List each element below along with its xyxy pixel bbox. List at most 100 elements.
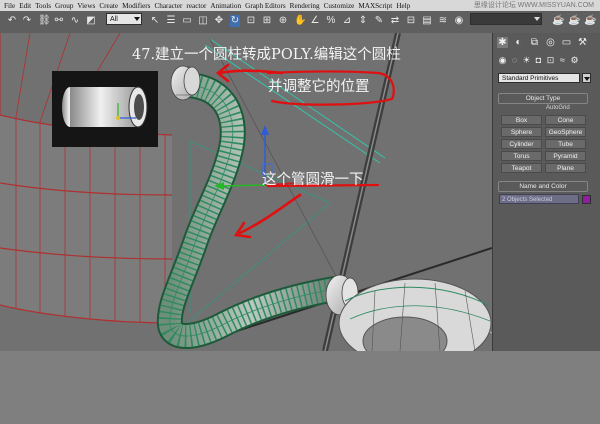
chevron-down-icon[interactable] [582, 73, 591, 83]
plane-button-label: Plane [557, 165, 574, 172]
modify-tab-icon[interactable]: ◐ [513, 37, 524, 48]
menu-tools[interactable]: Tools [35, 2, 51, 10]
pivot-center-icon[interactable]: ⊕ [278, 15, 288, 27]
menu-views[interactable]: Views [77, 2, 95, 10]
cameras-icon[interactable]: ◘ [533, 55, 544, 66]
select-by-name-icon[interactable]: ☰ [166, 15, 176, 27]
selection-filter-value: All [110, 16, 118, 23]
menu-file[interactable]: File [4, 2, 15, 10]
name-and-color-rollout-title[interactable]: Name and Color [498, 181, 588, 192]
curve-editor-icon[interactable]: ≋ [438, 15, 448, 27]
tube-button[interactable]: Tube [545, 139, 586, 149]
menu-create[interactable]: Create [99, 2, 118, 10]
geosphere-button-label: GeoSphere [548, 129, 583, 136]
motion-tab-icon[interactable]: ◎ [545, 37, 556, 48]
menu-edit[interactable]: Edit [19, 2, 31, 10]
command-panel-tabs: ✱ ◐ ⧉ ◎ ▭ ⚒ [493, 33, 600, 51]
menu-animation[interactable]: Animation [210, 2, 241, 10]
sphere-button-label: Sphere [510, 129, 533, 136]
caption-title: 47.建立一个圆柱转成POLY.编辑这个圆柱 [132, 47, 401, 63]
align-icon[interactable]: ⊟ [406, 15, 416, 27]
snap-toggle-icon[interactable]: ∠ [310, 15, 320, 27]
teapot-button[interactable]: Teapot [501, 163, 542, 173]
menu-modifiers[interactable]: Modifiers [122, 2, 150, 10]
select-object-icon[interactable]: ↖ [150, 15, 160, 27]
window-crossing-icon[interactable]: ◫ [198, 15, 208, 27]
select-link-icon[interactable]: ⛓ [38, 15, 51, 27]
reference-coordinate-icon[interactable]: ⊞ [262, 15, 272, 27]
plane-button[interactable]: Plane [545, 163, 586, 173]
selection-filter-dropdown[interactable]: All [106, 13, 142, 25]
object-type-label: Object Type [525, 95, 561, 102]
chevron-down-icon [134, 17, 140, 21]
menu-reactor[interactable]: reactor [186, 2, 206, 10]
render-setup-icon[interactable]: ☕ [552, 15, 564, 27]
cylinder-button[interactable]: Cylinder [501, 139, 542, 149]
object-name-value: 2 Objects Selected [502, 197, 553, 203]
mirror-icon[interactable]: ⇄ [390, 15, 400, 27]
watermark: 思缘设计论坛 WWW.MISSYUAN.COM [473, 2, 594, 9]
menu-character[interactable]: Character [154, 2, 182, 10]
select-move-icon[interactable]: ✥ [214, 15, 224, 27]
angle-snap-icon[interactable]: % [326, 15, 336, 27]
box-button-label: Box [515, 117, 528, 124]
redo-icon[interactable]: ↷ [22, 15, 32, 27]
geometry-icon[interactable]: ◉ [497, 55, 508, 66]
object-name-field[interactable]: 2 Objects Selected [499, 194, 579, 204]
layer-manager-icon[interactable]: ▤ [422, 15, 432, 27]
pyramid-button-label: Pyramid [553, 153, 578, 160]
named-selection-sets-dropdown[interactable] [470, 13, 542, 25]
object-type-rollout-title[interactable]: Object Type [498, 93, 588, 104]
viewport-scene [0, 33, 492, 351]
autogrid-checkbox[interactable]: AutoGrid [546, 105, 570, 111]
create-subtabs: ◉ ◌ ☀ ◘ ⊡ ≈ ⚙ [493, 55, 600, 67]
display-tab-icon[interactable]: ▭ [561, 37, 572, 48]
name-and-color-label: Name and Color [519, 183, 567, 190]
percent-snap-icon[interactable]: ⊿ [342, 15, 352, 27]
selected-tube[interactable] [156, 72, 348, 350]
sphere-button[interactable]: Sphere [501, 127, 542, 137]
menu-customize[interactable]: Customize [324, 2, 355, 10]
lights-icon[interactable]: ☀ [521, 55, 532, 66]
geosphere-button[interactable]: GeoSphere [545, 127, 586, 137]
torus-button[interactable]: Torus [501, 151, 542, 161]
perspective-viewport[interactable]: 47.建立一个圆柱转成POLY.编辑这个圆柱 并调整它的位置 这个管圆滑一下 [0, 33, 492, 351]
select-manipulate-icon[interactable]: ✋ [294, 15, 306, 27]
menu-graph-editors[interactable]: Graph Editors [245, 2, 286, 10]
selection-filter-icon[interactable]: ◩ [86, 15, 96, 27]
unlink-icon[interactable]: ⚯ [54, 15, 64, 27]
bind-space-warp-icon[interactable]: ∿ [70, 15, 80, 27]
utilities-tab-icon[interactable]: ⚒ [577, 37, 588, 48]
undo-icon[interactable]: ↶ [7, 15, 17, 27]
select-rotate-icon[interactable]: ↻ [230, 15, 240, 27]
caption-smooth-tube: 这个管圆滑一下 [262, 172, 364, 188]
hierarchy-tab-icon[interactable]: ⧉ [529, 37, 540, 48]
named-selection-icon[interactable]: ✎ [374, 15, 384, 27]
menu-group[interactable]: Group [55, 2, 73, 10]
torus-button-label: Torus [513, 153, 530, 160]
menu-rendering[interactable]: Rendering [290, 2, 320, 10]
spinner-snap-icon[interactable]: ⇕ [358, 15, 368, 27]
select-scale-icon[interactable]: ⊡ [246, 15, 256, 27]
pyramid-button[interactable]: Pyramid [545, 151, 586, 161]
cylinder-button-label: Cylinder [509, 141, 534, 148]
menu-help[interactable]: Help [396, 2, 410, 10]
cone-button[interactable]: Cone [545, 115, 586, 125]
primitive-category-value: Standard Primitives [502, 75, 559, 82]
region-select-icon[interactable]: ▭ [182, 15, 192, 27]
space-warps-icon[interactable]: ≈ [557, 55, 568, 66]
box-button[interactable]: Box [501, 115, 542, 125]
helpers-icon[interactable]: ⊡ [545, 55, 556, 66]
render-icon[interactable]: ☕ [584, 15, 596, 27]
cone-button-label: Cone [557, 117, 574, 124]
primitive-category-dropdown[interactable]: Standard Primitives [498, 73, 580, 83]
object-color-swatch[interactable] [582, 195, 591, 204]
menu-maxscript[interactable]: MAXScript [358, 2, 392, 10]
material-editor-icon[interactable]: ◉ [454, 15, 464, 27]
create-tab-icon[interactable]: ✱ [497, 37, 508, 48]
quick-render-icon[interactable]: ☕ [568, 15, 580, 27]
command-panel: ✱ ◐ ⧉ ◎ ▭ ⚒ ◉ ◌ ☀ ◘ ⊡ ≈ ⚙ Standard Primi… [492, 33, 600, 351]
tube-button-label: Tube [558, 141, 573, 148]
shapes-icon[interactable]: ◌ [509, 55, 520, 66]
systems-icon[interactable]: ⚙ [569, 55, 580, 66]
